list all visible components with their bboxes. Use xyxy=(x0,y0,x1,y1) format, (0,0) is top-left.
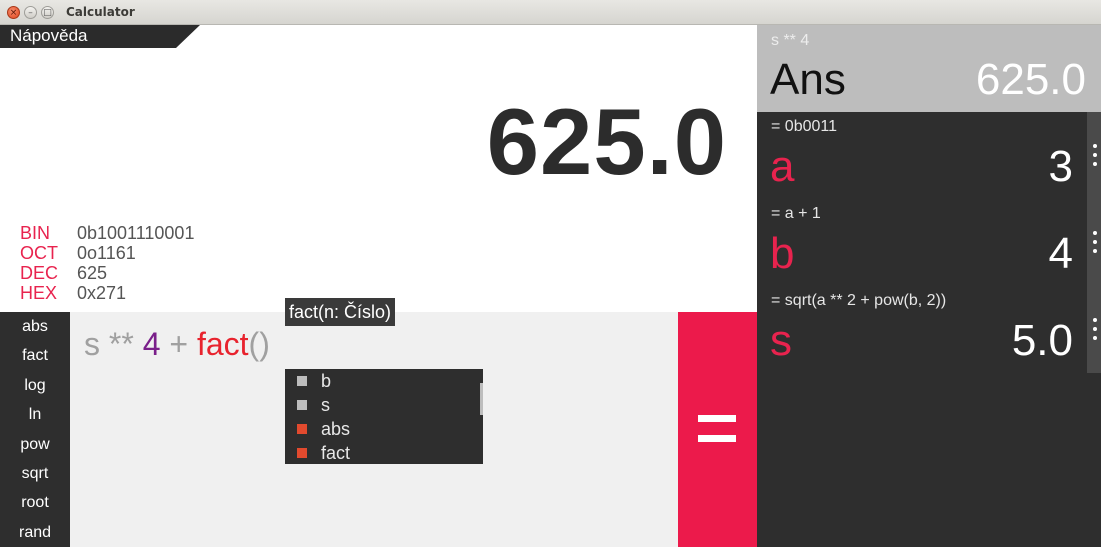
variable-block-a[interactable]: = 0b0011 a 3 xyxy=(757,112,1101,199)
autocomplete-item[interactable]: b xyxy=(285,369,483,393)
more-options-icon[interactable] xyxy=(1091,144,1099,174)
autocomplete-label: abs xyxy=(321,418,351,439)
variable-name: b xyxy=(770,229,795,278)
variable-square-icon xyxy=(297,400,307,410)
function-button-sqrt[interactable]: sqrt xyxy=(0,459,70,488)
function-sidebar: abs fact log ln pow sqrt root rand xyxy=(0,312,70,547)
autocomplete-scrollbar[interactable] xyxy=(480,383,483,415)
token-operator: ** xyxy=(100,326,143,362)
autocomplete-item[interactable]: abs xyxy=(285,417,483,441)
base-row-hex: HEX 0x271 xyxy=(20,283,194,303)
variable-name: s xyxy=(770,316,792,365)
autocomplete-label: b xyxy=(321,370,332,391)
autocomplete-item[interactable]: fact xyxy=(285,441,483,465)
function-button-ln[interactable]: ln xyxy=(0,400,70,429)
variable-value: 3 xyxy=(1048,142,1073,191)
variable-expression: = 0b0011 xyxy=(771,118,837,135)
minimize-window-button[interactable]: – xyxy=(24,6,37,19)
answer-value: 625.0 xyxy=(975,55,1086,104)
base-label: DEC xyxy=(20,263,59,283)
autocomplete-popup: b s abs fact xyxy=(285,369,483,464)
window-titlebar: × – □ Calculator xyxy=(0,0,1101,25)
equals-button[interactable] xyxy=(678,312,757,547)
variable-side-bar xyxy=(1087,199,1101,286)
base-row-oct: OCT 0o1161 xyxy=(20,243,194,263)
base-value: 0o1161 xyxy=(77,243,136,263)
help-tab[interactable]: Nápověda xyxy=(0,25,200,48)
token-identifier: s xyxy=(84,326,100,362)
autocomplete-label: s xyxy=(321,394,330,415)
base-value: 625 xyxy=(77,263,108,283)
function-button-pow[interactable]: pow xyxy=(0,430,70,459)
help-tab-label: Nápověda xyxy=(10,26,88,45)
function-button-fact[interactable]: fact xyxy=(0,341,70,370)
variable-name: a xyxy=(770,142,795,191)
variable-value: 4 xyxy=(1048,229,1073,278)
variables-panel: s ** 4 Ans 625.0 = 0b0011 a 3 = a + 1 b … xyxy=(757,25,1101,547)
function-button-log[interactable]: log xyxy=(0,371,70,400)
window-title: Calculator xyxy=(66,5,135,19)
token-operator: + xyxy=(160,326,197,362)
variable-block-b[interactable]: = a + 1 b 4 xyxy=(757,199,1101,286)
function-button-rand[interactable]: rand xyxy=(0,518,70,547)
close-window-button[interactable]: × xyxy=(7,6,20,19)
base-label: BIN xyxy=(20,223,51,243)
variable-expression: = a + 1 xyxy=(771,205,821,222)
token-number: 4 xyxy=(142,326,161,362)
answer-name: Ans xyxy=(770,55,846,104)
base-label: OCT xyxy=(20,243,58,263)
function-button-root[interactable]: root xyxy=(0,488,70,517)
function-square-icon xyxy=(297,424,307,434)
token-function: fact xyxy=(196,326,249,362)
token-parentheses: () xyxy=(248,326,270,362)
autocomplete-item[interactable]: s xyxy=(285,393,483,417)
answer-expression: s ** 4 xyxy=(771,32,810,49)
result-display: Nápověda 625.0 BIN 0b1001110001 OCT 0o11… xyxy=(0,25,757,312)
signature-tooltip: fact(n: Číslo) xyxy=(285,298,396,326)
base-label: HEX xyxy=(20,283,58,303)
variable-expression: = sqrt(a ** 2 + pow(b, 2)) xyxy=(771,292,947,309)
more-options-icon[interactable] xyxy=(1091,231,1099,261)
expression-text[interactable]: s ** 4 + fact() xyxy=(84,326,270,363)
base-row-bin: BIN 0b1001110001 xyxy=(20,223,194,243)
base-row-dec: DEC 625 xyxy=(20,263,194,283)
variable-block-s[interactable]: = sqrt(a ** 2 + pow(b, 2)) s 5.0 xyxy=(757,286,1101,373)
autocomplete-label: fact xyxy=(321,442,351,463)
function-square-icon xyxy=(297,448,307,458)
answer-block[interactable]: s ** 4 Ans 625.0 xyxy=(757,25,1101,112)
maximize-window-button[interactable]: □ xyxy=(41,6,54,19)
variable-side-bar xyxy=(1087,286,1101,373)
more-options-icon[interactable] xyxy=(1091,318,1099,348)
function-button-abs[interactable]: abs xyxy=(0,312,70,341)
variable-value: 5.0 xyxy=(1011,316,1073,365)
result-value: 625.0 xyxy=(486,89,727,194)
variable-square-icon xyxy=(297,376,307,386)
base-value: 0x271 xyxy=(77,283,127,303)
base-value: 0b1001110001 xyxy=(77,223,195,243)
variable-side-bar xyxy=(1087,112,1101,199)
number-bases: BIN 0b1001110001 OCT 0o1161 DEC 625 HEX … xyxy=(20,223,194,303)
